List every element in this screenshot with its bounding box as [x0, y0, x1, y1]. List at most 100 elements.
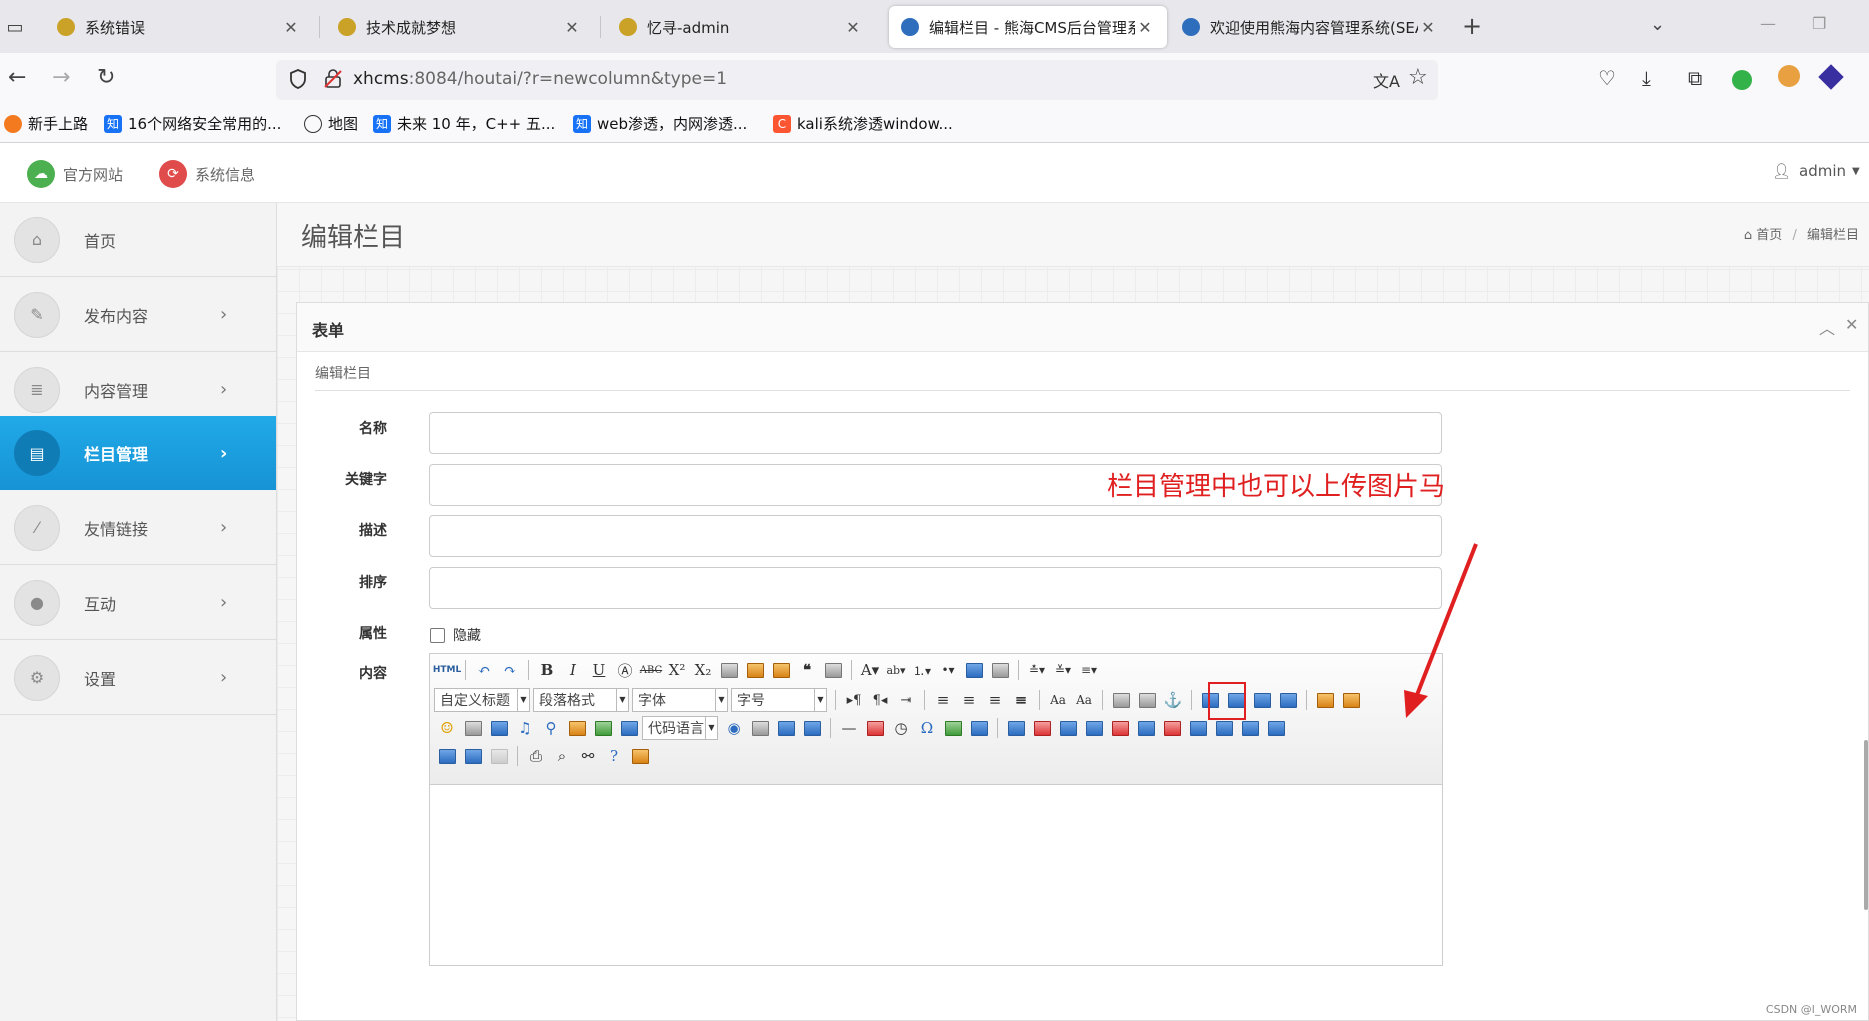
delete-table-icon[interactable] [1029, 716, 1055, 740]
bookmark-star-icon[interactable]: ☆ [1408, 65, 1428, 90]
drafts-icon[interactable] [627, 744, 653, 768]
address-bar[interactable]: xhcms:8084/houtai/?r=newcolumn&type=1 文A… [276, 60, 1438, 100]
google-map-icon[interactable] [590, 716, 616, 740]
sidebar-item-home[interactable]: ⌂ 首页 [0, 203, 276, 277]
line-height-icon[interactable]: ≡▾ [1076, 658, 1102, 682]
time-icon[interactable]: ◷ [888, 716, 914, 740]
pocket-icon[interactable]: ♡ [1598, 66, 1616, 90]
extensions-icon[interactable]: ⧉ [1688, 66, 1702, 90]
delete-row-icon[interactable] [1107, 716, 1133, 740]
date-icon[interactable] [862, 716, 888, 740]
font-color-icon[interactable]: A▾ [857, 658, 883, 682]
insert-paragraph-before-table-icon[interactable] [1055, 716, 1081, 740]
font-size-select[interactable]: 字号 ▼ [731, 688, 827, 712]
html-source-icon[interactable]: HTML [433, 658, 461, 682]
justify-icon[interactable]: ≡ [1008, 688, 1034, 712]
row-spacing-top-icon[interactable]: ≛▾ [1024, 658, 1050, 682]
clear-doc-icon[interactable] [987, 658, 1013, 682]
font-family-select[interactable]: 字体 ▼ [632, 688, 728, 712]
simple-upload-image-icon[interactable] [1312, 688, 1338, 712]
bookmark-item[interactable]: 地图 [304, 113, 358, 134]
tab-list-icon[interactable]: ▭ [0, 12, 30, 42]
chevron-down-icon[interactable]: ⌄ [1650, 14, 1665, 35]
browser-tab-2[interactable]: 技术成就梦想 ✕ [326, 6, 594, 48]
print-icon[interactable]: ⎙ [523, 744, 549, 768]
translate-icon[interactable]: 文A [1373, 68, 1400, 92]
purple-extension-icon[interactable] [1818, 64, 1844, 90]
indent-icon[interactable]: ⇥ [893, 688, 919, 712]
close-tab-icon[interactable]: ✕ [281, 18, 301, 37]
format-brush-icon[interactable] [742, 658, 768, 682]
browser-tab-3[interactable]: 忆寻-admin ✕ [607, 6, 875, 48]
delete-col-icon[interactable] [1159, 716, 1185, 740]
strikethrough-icon[interactable]: ABC [638, 658, 664, 682]
bold-icon[interactable]: B [534, 658, 560, 682]
close-tab-icon[interactable]: ✕ [1135, 18, 1155, 37]
reload-icon[interactable]: ↻ [97, 65, 115, 90]
bookmark-item[interactable]: 知 未来 10 年，C++ 五... [373, 113, 555, 134]
unlink-icon[interactable] [1134, 688, 1160, 712]
multi-image-upload-icon[interactable] [1338, 688, 1364, 712]
undo-icon[interactable]: ↶ [471, 658, 497, 682]
attachment-icon[interactable]: ⚲ [538, 716, 564, 740]
custom-title-select[interactable]: 自定义标题 ▼ [434, 688, 530, 712]
underline-icon[interactable]: U [586, 658, 612, 682]
breadcrumb-home[interactable]: 首页 [1756, 228, 1782, 243]
close-tab-icon[interactable]: ✕ [1418, 18, 1438, 37]
order-input[interactable] [429, 567, 1442, 609]
unordered-list-icon[interactable]: •▾ [935, 658, 961, 682]
ordered-list-icon[interactable]: ⒈▾ [909, 658, 935, 682]
minimize-icon[interactable]: — [1760, 14, 1776, 33]
word-image-icon[interactable] [966, 716, 992, 740]
sidebar-item-links[interactable]: ⁄ 友情链接 › [0, 491, 276, 565]
iframe-icon[interactable] [616, 716, 642, 740]
snapscreen-icon[interactable] [940, 716, 966, 740]
bookmark-item[interactable]: C kali系统渗透window... [773, 113, 953, 134]
ltr-icon[interactable]: ▸¶ [841, 688, 867, 712]
description-input[interactable] [429, 515, 1442, 557]
user-menu[interactable]: 👤︎ admin ▼ [1772, 162, 1860, 180]
forward-icon[interactable]: → [52, 65, 70, 90]
horizontal-rule-icon[interactable]: — [836, 716, 862, 740]
align-right-icon[interactable]: ≡ [982, 688, 1008, 712]
chart-icon[interactable] [486, 744, 512, 768]
background-color-icon[interactable]: ab▾ [883, 658, 909, 682]
close-tab-icon[interactable]: ✕ [843, 18, 863, 37]
back-icon[interactable]: ← [8, 65, 26, 90]
emotion-icon[interactable]: ☺ [434, 716, 460, 740]
italic-icon[interactable]: I [560, 658, 586, 682]
restore-icon[interactable]: ❐ [1812, 14, 1826, 33]
anchor-icon[interactable]: ⚓ [1160, 688, 1186, 712]
image-center-icon[interactable] [1275, 688, 1301, 712]
sidebar-item-settings[interactable]: ⚙ 设置 › [0, 641, 276, 715]
video-icon[interactable] [486, 716, 512, 740]
superscript-icon[interactable]: X² [664, 658, 690, 682]
template-icon[interactable] [799, 716, 825, 740]
row-spacing-bottom-icon[interactable]: ≚▾ [1050, 658, 1076, 682]
uppercase-icon[interactable]: Aa [1045, 688, 1071, 712]
split-to-cols-icon[interactable] [460, 744, 486, 768]
bookmark-item[interactable]: 新手上路 [4, 113, 88, 134]
download-icon[interactable]: ⤓ [1642, 66, 1651, 90]
sidebar-item-columns[interactable]: ▤ 栏目管理 › [0, 416, 276, 490]
image-right-icon[interactable] [1249, 688, 1275, 712]
scrawl-icon[interactable] [460, 716, 486, 740]
code-language-select[interactable]: 代码语言 ▼ [642, 716, 718, 740]
bookmark-item[interactable]: 知 web渗透，内网渗透... [573, 113, 747, 134]
search-replace-icon[interactable]: ⚯ [575, 744, 601, 768]
green-extension-icon[interactable] [1732, 70, 1752, 90]
paste-text-icon[interactable] [820, 658, 846, 682]
insert-table-icon[interactable] [1003, 716, 1029, 740]
browser-tab-5[interactable]: 欢迎使用熊海内容管理系统(SEA ✕ [1170, 6, 1450, 48]
new-tab-icon[interactable]: + [1462, 12, 1482, 40]
split-to-rows-icon[interactable] [434, 744, 460, 768]
paragraph-select[interactable]: 段落格式 ▼ [533, 688, 629, 712]
help-icon[interactable]: ? [601, 744, 627, 768]
lowercase-icon[interactable]: Aa [1071, 688, 1097, 712]
page-break-icon[interactable] [747, 716, 773, 740]
align-left-icon[interactable]: ≡ [930, 688, 956, 712]
special-chars-icon[interactable]: Ω [914, 716, 940, 740]
blockquote-icon[interactable]: ❝ [794, 658, 820, 682]
select-all-icon[interactable] [961, 658, 987, 682]
subscript-icon[interactable]: X₂ [690, 658, 716, 682]
